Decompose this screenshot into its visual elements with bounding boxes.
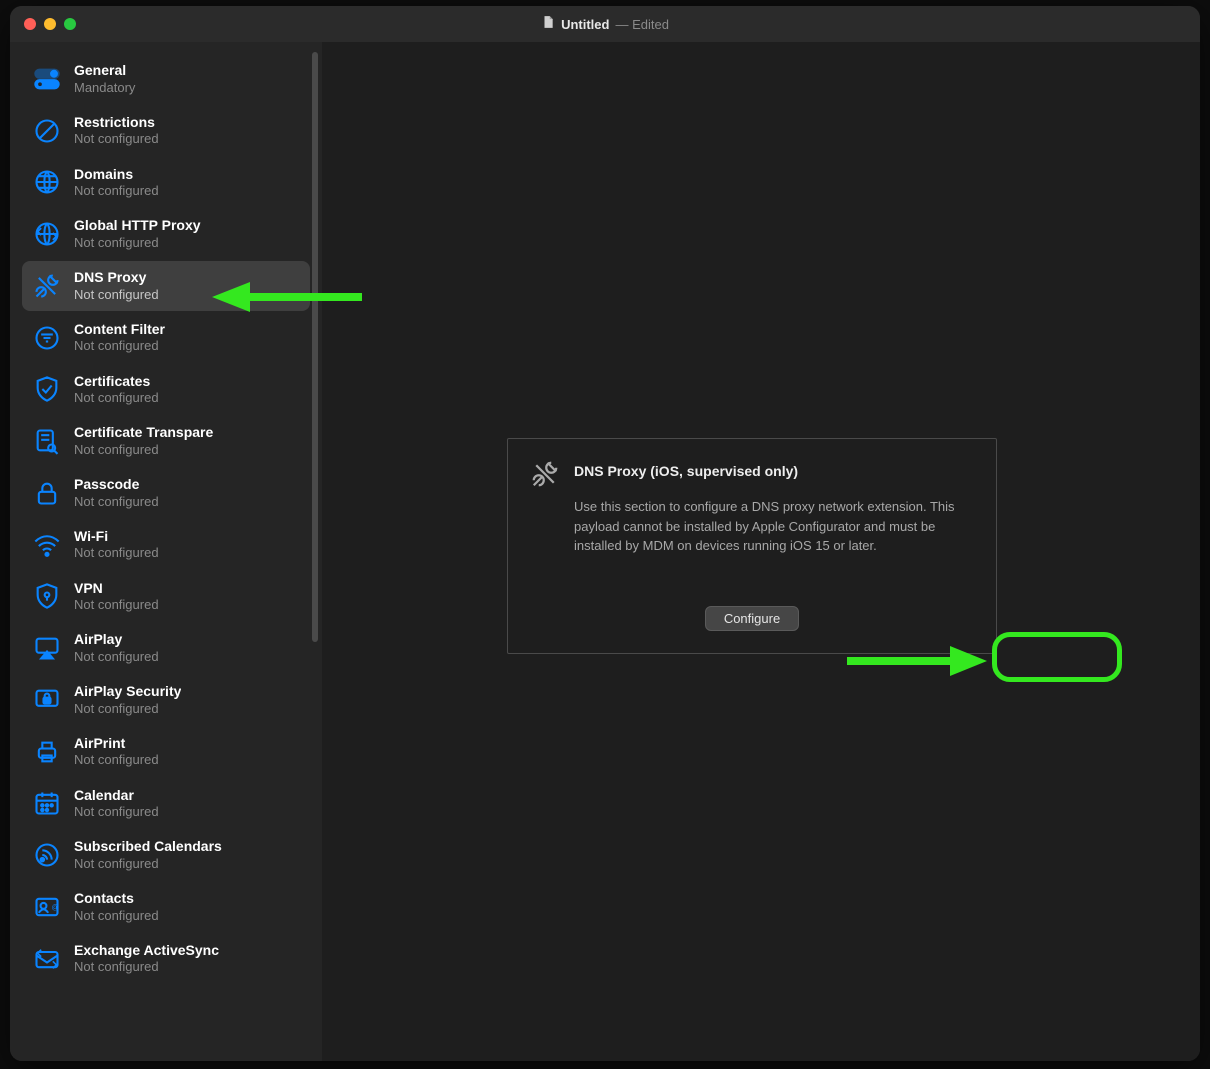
annotation-highlight-configure bbox=[992, 632, 1122, 682]
sidebar-item-vpn[interactable]: VPNNot configured bbox=[22, 572, 310, 622]
sidebar-item-label: Content Filter bbox=[74, 321, 165, 339]
sidebar-item-contacts[interactable]: @ ContactsNot configured bbox=[22, 882, 310, 932]
sidebar-item-sub: Not configured bbox=[74, 494, 159, 510]
sidebar-item-sub: Not configured bbox=[74, 908, 159, 924]
payload-info-panel: DNS Proxy (iOS, supervised only) Use thi… bbox=[507, 438, 997, 654]
sidebar-item-label: Domains bbox=[74, 166, 159, 184]
sidebar-item-airplay[interactable]: AirPlayNot configured bbox=[22, 623, 310, 673]
sidebar-item-sub: Not configured bbox=[74, 131, 159, 147]
sidebar-item-sub: Not configured bbox=[74, 183, 159, 199]
scrollbar-thumb[interactable] bbox=[312, 52, 318, 642]
sidebar-item-certificate-transpare[interactable]: Certificate TranspareNot configured bbox=[22, 416, 310, 466]
document-icon bbox=[541, 15, 555, 34]
sidebar-item-sub: Not configured bbox=[74, 597, 159, 613]
minimize-window-button[interactable] bbox=[44, 18, 56, 30]
calendar-icon bbox=[32, 788, 62, 818]
sidebar-item-label: Exchange ActiveSync bbox=[74, 942, 219, 960]
globe-arrows-icon bbox=[32, 219, 62, 249]
panel-title: DNS Proxy (iOS, supervised only) bbox=[574, 463, 798, 479]
sidebar-item-label: DNS Proxy bbox=[74, 269, 159, 287]
wifi-icon bbox=[32, 530, 62, 560]
sidebar-item-sub: Mandatory bbox=[74, 80, 135, 96]
cert-search-icon bbox=[32, 426, 62, 456]
sidebar-item-certificates[interactable]: CertificatesNot configured bbox=[22, 365, 310, 415]
sidebar-item-sub: Not configured bbox=[74, 959, 219, 975]
no-icon bbox=[32, 116, 62, 146]
sidebar-item-subscribed-calendars[interactable]: Subscribed CalendarsNot configured bbox=[22, 830, 310, 880]
sidebar-item-sub: Not configured bbox=[74, 649, 159, 665]
sidebar-item-domains[interactable]: DomainsNot configured bbox=[22, 158, 310, 208]
sidebar-item-sub: Not configured bbox=[74, 287, 159, 303]
window-title-suffix: — Edited bbox=[615, 17, 668, 32]
tools-icon bbox=[32, 271, 62, 301]
sidebar-item-sub: Not configured bbox=[74, 235, 201, 251]
sidebar-item-label: AirPlay bbox=[74, 631, 159, 649]
sidebar-item-airprint[interactable]: AirPrintNot configured bbox=[22, 727, 310, 777]
sidebar-item-label: AirPlay Security bbox=[74, 683, 181, 701]
shield-icon bbox=[32, 581, 62, 611]
app-window: Untitled — Edited GeneralMandatoryRestri… bbox=[10, 6, 1200, 1061]
sidebar-item-label: Certificate Transpare bbox=[74, 424, 213, 442]
window-body: GeneralMandatoryRestrictionsNot configur… bbox=[10, 42, 1200, 1061]
sidebar-item-label: Calendar bbox=[74, 787, 159, 805]
main-content: DNS Proxy (iOS, supervised only) Use thi… bbox=[322, 42, 1200, 1061]
tools-icon bbox=[530, 459, 560, 489]
sidebar-item-sub: Not configured bbox=[74, 752, 159, 768]
configure-button[interactable]: Configure bbox=[705, 606, 799, 631]
sidebar-item-label: VPN bbox=[74, 580, 159, 598]
sidebar-item-general[interactable]: GeneralMandatory bbox=[22, 54, 310, 104]
printer-icon bbox=[32, 737, 62, 767]
sidebar-item-label: Subscribed Calendars bbox=[74, 838, 222, 856]
sidebar-item-content-filter[interactable]: Content FilterNot configured bbox=[22, 313, 310, 363]
toggle-icon bbox=[32, 64, 62, 94]
sidebar-item-passcode[interactable]: PasscodeNot configured bbox=[22, 468, 310, 518]
sidebar-item-label: AirPrint bbox=[74, 735, 159, 753]
sidebar-scrollbar[interactable] bbox=[312, 52, 318, 662]
sidebar-item-sub: Not configured bbox=[74, 390, 159, 406]
zoom-window-button[interactable] bbox=[64, 18, 76, 30]
airplay-lock-icon bbox=[32, 685, 62, 715]
sidebar-item-label: General bbox=[74, 62, 135, 80]
close-window-button[interactable] bbox=[24, 18, 36, 30]
sidebar-item-sub: Not configured bbox=[74, 701, 181, 717]
panel-description: Use this section to configure a DNS prox… bbox=[574, 497, 974, 556]
sidebar-item-label: Wi-Fi bbox=[74, 528, 159, 546]
sidebar-item-sub: Not configured bbox=[74, 338, 165, 354]
filter-icon bbox=[32, 323, 62, 353]
titlebar: Untitled — Edited bbox=[10, 6, 1200, 42]
sidebar-item-label: Contacts bbox=[74, 890, 159, 908]
cert-icon bbox=[32, 374, 62, 404]
sidebar-item-dns-proxy[interactable]: DNS ProxyNot configured bbox=[22, 261, 310, 311]
airplay-icon bbox=[32, 633, 62, 663]
sidebar-item-wi-fi[interactable]: Wi-FiNot configured bbox=[22, 520, 310, 570]
sidebar-item-exchange-activesync[interactable]: Exchange ActiveSyncNot configured bbox=[22, 934, 310, 984]
window-title-text: Untitled bbox=[561, 17, 609, 32]
sidebar-item-airplay-security[interactable]: AirPlay SecurityNot configured bbox=[22, 675, 310, 725]
subscribed-icon bbox=[32, 840, 62, 870]
sidebar-item-sub: Not configured bbox=[74, 545, 159, 561]
sidebar-item-calendar[interactable]: CalendarNot configured bbox=[22, 779, 310, 829]
sidebar-item-label: Certificates bbox=[74, 373, 159, 391]
sidebar-item-global-http-proxy[interactable]: Global HTTP ProxyNot configured bbox=[22, 209, 310, 259]
traffic-lights bbox=[10, 18, 76, 30]
sidebar-item-restrictions[interactable]: RestrictionsNot configured bbox=[22, 106, 310, 156]
lock-icon bbox=[32, 478, 62, 508]
sidebar-item-sub: Not configured bbox=[74, 804, 159, 820]
svg-text:@: @ bbox=[52, 904, 59, 911]
contacts-icon: @ bbox=[32, 892, 62, 922]
sidebar-item-label: Global HTTP Proxy bbox=[74, 217, 201, 235]
sidebar-item-sub: Not configured bbox=[74, 442, 213, 458]
globe-icon bbox=[32, 167, 62, 197]
sidebar-item-label: Passcode bbox=[74, 476, 159, 494]
exchange-icon bbox=[32, 944, 62, 974]
sidebar-item-label: Restrictions bbox=[74, 114, 159, 132]
window-title: Untitled — Edited bbox=[10, 15, 1200, 34]
sidebar: GeneralMandatoryRestrictionsNot configur… bbox=[10, 42, 322, 1061]
sidebar-item-sub: Not configured bbox=[74, 856, 222, 872]
